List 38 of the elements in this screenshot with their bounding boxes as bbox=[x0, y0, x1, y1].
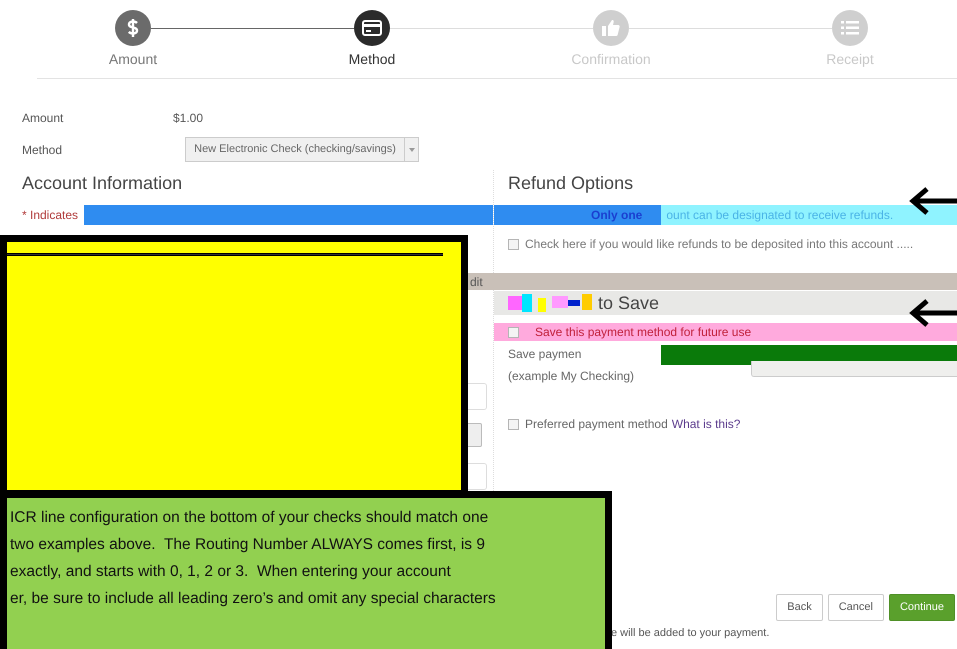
step-label: Method bbox=[348, 50, 396, 69]
note-line: er, be sure to include all leading zero’s and omit any special characters bbox=[10, 589, 497, 609]
select-field[interactable] bbox=[468, 423, 482, 447]
section-heading: Account Information bbox=[22, 172, 184, 195]
field-label: Save paymen bbox=[508, 346, 582, 363]
credit-card-icon bbox=[362, 20, 382, 36]
arrow-icon bbox=[909, 298, 957, 328]
checkbox-label: Check here if you would like refunds to be deposited into this account ..... bbox=[525, 236, 914, 253]
dollar-icon bbox=[125, 18, 141, 38]
action-button[interactable]: Back bbox=[776, 594, 823, 620]
checkbox-label: Preferred payment method bbox=[525, 416, 668, 433]
action-button[interactable]: Cancel bbox=[828, 594, 884, 620]
input-field[interactable] bbox=[468, 463, 487, 490]
thumbs-up-icon bbox=[601, 19, 621, 37]
input-field[interactable] bbox=[468, 383, 487, 410]
edit-fragment: dit bbox=[469, 274, 483, 290]
section-heading: to Save bbox=[598, 292, 660, 314]
nickname-field[interactable] bbox=[751, 361, 957, 377]
field-label: Amount bbox=[22, 110, 64, 127]
arrow-icon bbox=[909, 186, 957, 216]
checkbox[interactable] bbox=[508, 238, 519, 250]
checkbox-label: Save this payment method for future use bbox=[535, 324, 752, 341]
checkbox[interactable] bbox=[508, 326, 519, 338]
field-hint: (example My Checking) bbox=[508, 368, 634, 385]
help-link[interactable]: What is this? bbox=[672, 415, 740, 433]
note-line: ICR line configuration on the bottom of your checks should match one bbox=[10, 508, 490, 528]
refund-notice: Only one ount can be designated to receive refunds. bbox=[494, 205, 957, 225]
checkbox[interactable] bbox=[508, 418, 519, 430]
field-label: Method bbox=[22, 142, 64, 158]
step-label: Amount bbox=[108, 50, 158, 69]
method-select[interactable]: New Electronic Check (checking/savings) bbox=[185, 137, 419, 162]
note-line: exactly, and starts with 0, 1, 2 or 3. When entering your account bbox=[10, 562, 452, 582]
field-value: $1.00 bbox=[173, 110, 204, 127]
list-icon bbox=[841, 20, 859, 36]
required-note: * Indicates bbox=[22, 207, 78, 224]
note-line: two examples above. The Routing Number ALWAYS comes first, is 9 bbox=[10, 535, 486, 555]
section-heading: Refund Options bbox=[507, 172, 634, 195]
caret-icon bbox=[408, 148, 414, 152]
